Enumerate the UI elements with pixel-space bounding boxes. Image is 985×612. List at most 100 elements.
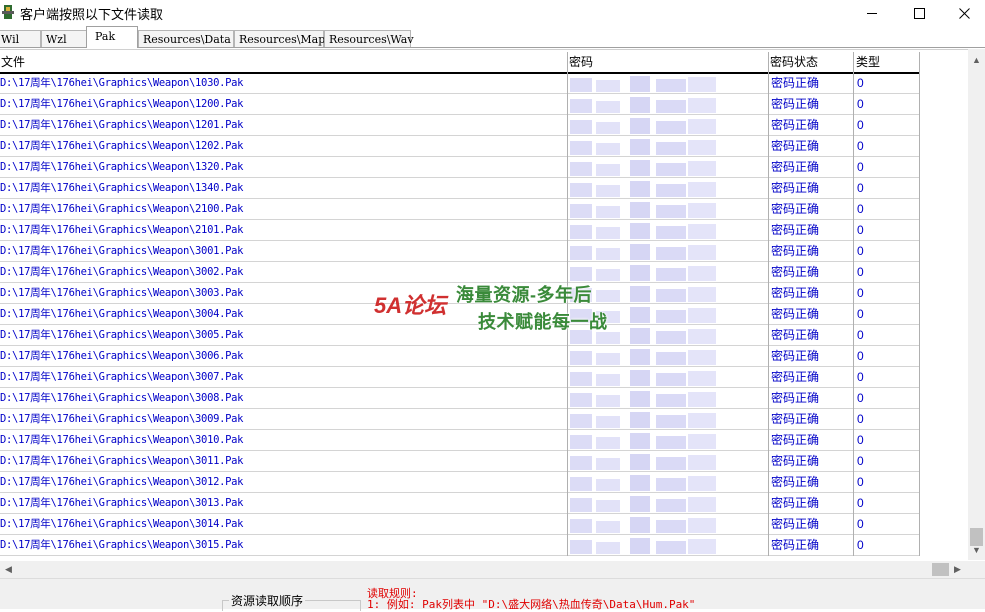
password-status-cell[interactable]: 密码正确 [771,367,819,387]
file-path-cell[interactable]: D:\17周年\176hei\Graphics\Weapon\3009.Pak [0,409,244,429]
horizontal-scroll-thumb[interactable] [932,563,949,576]
type-cell[interactable]: 0 [857,136,864,156]
table-row[interactable]: D:\17周年\176hei\Graphics\Weapon\1340.Pak 密… [0,178,920,199]
close-button[interactable] [941,0,985,26]
file-path-cell[interactable]: D:\17周年\176hei\Graphics\Weapon\3003.Pak [0,283,244,303]
column-header-password[interactable]: 密码 [568,52,767,73]
password-cell-redacted[interactable] [570,95,741,114]
vertical-scroll-thumb[interactable] [970,528,983,546]
password-cell-redacted[interactable] [570,263,741,282]
table-row[interactable]: D:\17周年\176hei\Graphics\Weapon\3010.Pak 密… [0,430,920,451]
type-cell[interactable]: 0 [857,409,864,429]
tab-resources-data[interactable]: Resources\Data [138,30,234,47]
type-cell[interactable]: 0 [857,115,864,135]
file-path-cell[interactable]: D:\17周年\176hei\Graphics\Weapon\1320.Pak [0,157,244,177]
table-row[interactable]: D:\17周年\176hei\Graphics\Weapon\3006.Pak 密… [0,346,920,367]
type-cell[interactable]: 0 [857,283,864,303]
type-cell[interactable]: 0 [857,220,864,240]
password-status-cell[interactable]: 密码正确 [771,136,819,156]
type-cell[interactable]: 0 [857,346,864,366]
file-path-cell[interactable]: D:\17周年\176hei\Graphics\Weapon\2100.Pak [0,199,244,219]
horizontal-scrollbar[interactable]: ◀ ▶ [0,561,968,578]
table-row[interactable]: D:\17周年\176hei\Graphics\Weapon\1320.Pak 密… [0,157,920,178]
password-status-cell[interactable]: 密码正确 [771,409,819,429]
file-path-cell[interactable]: D:\17周年\176hei\Graphics\Weapon\3014.Pak [0,514,244,534]
type-cell[interactable]: 0 [857,94,864,114]
file-path-cell[interactable]: D:\17周年\176hei\Graphics\Weapon\3008.Pak [0,388,244,408]
type-cell[interactable]: 0 [857,472,864,492]
file-path-cell[interactable]: D:\17周年\176hei\Graphics\Weapon\1200.Pak [0,94,244,114]
password-status-cell[interactable]: 密码正确 [771,388,819,408]
type-cell[interactable]: 0 [857,73,864,93]
scroll-left-icon[interactable]: ◀ [0,561,17,578]
password-cell-redacted[interactable] [570,179,741,198]
tab-wil[interactable]: Wil [0,30,41,47]
table-row[interactable]: D:\17周年\176hei\Graphics\Weapon\3015.Pak 密… [0,535,920,556]
file-path-cell[interactable]: D:\17周年\176hei\Graphics\Weapon\1340.Pak [0,178,244,198]
password-cell-redacted[interactable] [570,494,741,513]
maximize-button[interactable] [896,0,942,26]
file-path-cell[interactable]: D:\17周年\176hei\Graphics\Weapon\2101.Pak [0,220,244,240]
password-cell-redacted[interactable] [570,200,741,219]
table-row[interactable]: D:\17周年\176hei\Graphics\Weapon\1030.Pak 密… [0,73,920,94]
password-status-cell[interactable]: 密码正确 [771,220,819,240]
type-cell[interactable]: 0 [857,514,864,534]
password-cell-redacted[interactable] [570,284,741,303]
tab-pak[interactable]: Pak [86,26,138,48]
password-cell-redacted[interactable] [570,74,741,93]
password-status-cell[interactable]: 密码正确 [771,283,819,303]
password-status-cell[interactable]: 密码正确 [771,514,819,534]
password-status-cell[interactable]: 密码正确 [771,346,819,366]
file-path-cell[interactable]: D:\17周年\176hei\Graphics\Weapon\3006.Pak [0,346,244,366]
password-status-cell[interactable]: 密码正确 [771,94,819,114]
file-path-cell[interactable]: D:\17周年\176hei\Graphics\Weapon\3010.Pak [0,430,244,450]
password-status-cell[interactable]: 密码正确 [771,241,819,261]
table-row[interactable]: D:\17周年\176hei\Graphics\Weapon\3014.Pak 密… [0,514,920,535]
password-status-cell[interactable]: 密码正确 [771,472,819,492]
table-row[interactable]: D:\17周年\176hei\Graphics\Weapon\3005.Pak 密… [0,325,920,346]
password-cell-redacted[interactable] [570,347,741,366]
type-cell[interactable]: 0 [857,241,864,261]
password-cell-redacted[interactable] [570,515,741,534]
column-header-status[interactable]: 密码状态 [769,52,853,73]
type-cell[interactable]: 0 [857,535,864,555]
scroll-up-icon[interactable]: ▲ [968,51,985,68]
password-cell-redacted[interactable] [570,242,741,261]
file-path-cell[interactable]: D:\17周年\176hei\Graphics\Weapon\3007.Pak [0,367,244,387]
password-status-cell[interactable]: 密码正确 [771,199,819,219]
scroll-right-icon[interactable]: ▶ [949,561,966,578]
table-row[interactable]: D:\17周年\176hei\Graphics\Weapon\2100.Pak 密… [0,199,920,220]
password-cell-redacted[interactable] [570,389,741,408]
type-cell[interactable]: 0 [857,199,864,219]
type-cell[interactable]: 0 [857,304,864,324]
password-cell-redacted[interactable] [570,536,741,555]
password-status-cell[interactable]: 密码正确 [771,73,819,93]
table-row[interactable]: D:\17周年\176hei\Graphics\Weapon\2101.Pak 密… [0,220,920,241]
type-cell[interactable]: 0 [857,367,864,387]
table-row[interactable]: D:\17周年\176hei\Graphics\Weapon\3004.Pak 密… [0,304,920,325]
type-cell[interactable]: 0 [857,388,864,408]
password-status-cell[interactable]: 密码正确 [771,178,819,198]
file-path-cell[interactable]: D:\17周年\176hei\Graphics\Weapon\3012.Pak [0,472,244,492]
file-path-cell[interactable]: D:\17周年\176hei\Graphics\Weapon\3001.Pak [0,241,244,261]
password-cell-redacted[interactable] [570,431,741,450]
type-cell[interactable]: 0 [857,493,864,513]
file-path-cell[interactable]: D:\17周年\176hei\Graphics\Weapon\3002.Pak [0,262,244,282]
password-cell-redacted[interactable] [570,116,741,135]
password-cell-redacted[interactable] [570,473,741,492]
type-cell[interactable]: 0 [857,262,864,282]
table-row[interactable]: D:\17周年\176hei\Graphics\Weapon\3007.Pak 密… [0,367,920,388]
password-status-cell[interactable]: 密码正确 [771,157,819,177]
table-row[interactable]: D:\17周年\176hei\Graphics\Weapon\3009.Pak 密… [0,409,920,430]
table-row[interactable]: D:\17周年\176hei\Graphics\Weapon\3008.Pak 密… [0,388,920,409]
table-row[interactable]: D:\17周年\176hei\Graphics\Weapon\1202.Pak 密… [0,136,920,157]
minimize-button[interactable] [849,0,895,26]
type-cell[interactable]: 0 [857,178,864,198]
password-cell-redacted[interactable] [570,368,741,387]
column-header-type[interactable]: 类型 [855,52,919,73]
password-status-cell[interactable]: 密码正确 [771,115,819,135]
password-cell-redacted[interactable] [570,137,741,156]
table-row[interactable]: D:\17周年\176hei\Graphics\Weapon\3011.Pak 密… [0,451,920,472]
file-path-cell[interactable]: D:\17周年\176hei\Graphics\Weapon\1030.Pak [0,73,244,93]
password-status-cell[interactable]: 密码正确 [771,304,819,324]
